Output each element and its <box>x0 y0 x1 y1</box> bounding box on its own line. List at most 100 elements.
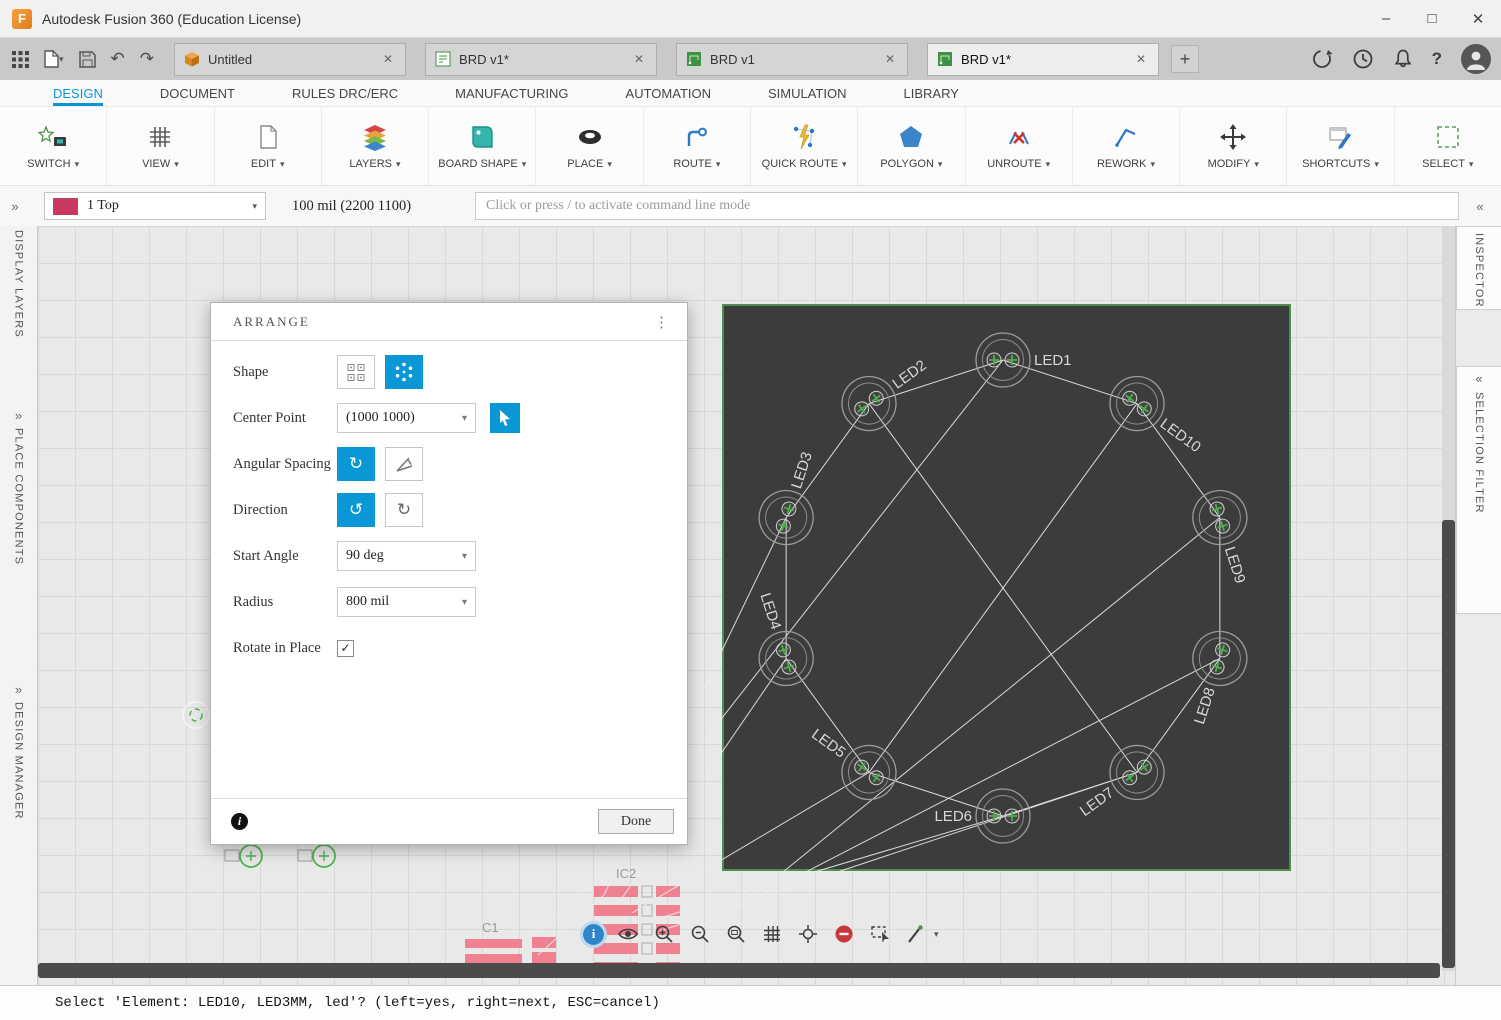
tab-close-icon[interactable]: ✕ <box>380 50 396 68</box>
expand-place-components-icon[interactable]: » <box>15 408 22 423</box>
undo-icon[interactable]: ↶ <box>111 49 125 69</box>
dialog-title: ARRANGE <box>233 314 310 330</box>
toolbar-layers[interactable]: LAYERS▾ <box>322 107 429 185</box>
toolbar-place[interactable]: PLACE▾ <box>536 107 643 185</box>
direction-cw-button[interactable]: ↻ <box>385 493 423 527</box>
collapse-selection-filter-icon[interactable]: « <box>1457 371 1501 386</box>
done-button[interactable]: Done <box>598 809 674 834</box>
visibility-eye-icon[interactable] <box>616 922 640 946</box>
canvas-view-toolbar: i <box>583 922 939 946</box>
schematic-doc-icon <box>435 51 451 67</box>
toolbar-shortcuts[interactable]: SHORTCUTS▾ <box>1287 107 1394 185</box>
info-mode-button[interactable]: i <box>583 924 604 945</box>
grid-settings-icon[interactable] <box>760 922 784 946</box>
pcb-board[interactable] <box>723 305 1290 870</box>
toolbar-label: PLACE <box>567 158 603 170</box>
panel-place-components[interactable]: PLACE COMPONENTS <box>13 428 25 565</box>
zoom-fit-icon[interactable] <box>724 922 748 946</box>
new-tab-button[interactable]: + <box>1171 45 1199 73</box>
caret-down-icon[interactable]: ▾ <box>934 929 939 940</box>
direction-ccw-button[interactable]: ↺ <box>337 493 375 527</box>
toolbar-unroute[interactable]: UNROUTE▾ <box>966 107 1073 185</box>
vertical-scrollbar-track[interactable] <box>1442 226 1455 971</box>
user-avatar[interactable] <box>1461 44 1491 74</box>
file-menu-icon[interactable]: ▾ <box>44 50 64 68</box>
notifications-bell-icon[interactable] <box>1393 48 1413 70</box>
tab-close-icon[interactable]: ✕ <box>1133 50 1149 68</box>
menu-simulation[interactable]: SIMULATION <box>768 80 847 106</box>
rotate-in-place-checkbox[interactable]: ✓ <box>337 640 354 657</box>
dialog-menu-dots-icon[interactable]: ⋮ <box>654 313 669 331</box>
window-minimize-button[interactable]: – <box>1363 0 1409 37</box>
tab-brd-v1-active[interactable]: BRD v1* ✕ <box>927 43 1159 76</box>
stop-mask-icon[interactable] <box>832 922 856 946</box>
start-angle-dropdown[interactable]: 90 deg ▾ <box>337 541 476 571</box>
dialog-info-icon[interactable]: i <box>231 813 248 830</box>
ic2-footprint[interactable]: IC2 <box>594 866 680 973</box>
horizontal-scrollbar[interactable] <box>38 963 1440 978</box>
radius-dropdown[interactable]: 800 mil ▾ <box>337 587 476 617</box>
led-label: LED6 <box>934 808 972 825</box>
tab-brd-v1-schematic[interactable]: BRD v1* ✕ <box>425 43 657 76</box>
window-close-button[interactable]: ✕ <box>1455 0 1501 37</box>
shape-grid-button[interactable] <box>337 355 375 389</box>
toolbar-rework[interactable]: REWORK▾ <box>1073 107 1180 185</box>
panel-design-manager[interactable]: DESIGN MANAGER <box>13 702 25 820</box>
c1-footprint[interactable]: C1 <box>465 920 556 963</box>
save-icon[interactable] <box>79 51 96 68</box>
tab-brd-v1[interactable]: BRD v1 ✕ <box>676 43 908 76</box>
menu-rules-drc-erc[interactable]: RULES DRC/ERC <box>292 80 398 106</box>
toolbar-modify[interactable]: MODIFY▾ <box>1180 107 1287 185</box>
caret-down-icon: ▾ <box>462 597 467 608</box>
inspector-panel[interactable]: INSPECTOR <box>1456 226 1501 310</box>
tab-close-icon[interactable]: ✕ <box>882 50 898 68</box>
angular-spacing-auto-button[interactable]: ↻ <box>337 447 375 481</box>
toolbar-quick-route[interactable]: QUICK ROUTE▾ <box>751 107 858 185</box>
pcb-canvas[interactable]: IC2 C1 <box>38 226 1455 985</box>
expand-display-layers-icon[interactable]: » <box>0 199 30 214</box>
window-maximize-button[interactable]: □ <box>1409 0 1455 37</box>
panel-selection-filter[interactable]: SELECTION FILTER <box>1473 392 1485 514</box>
menu-design[interactable]: DESIGN <box>53 80 103 106</box>
help-icon[interactable]: ? <box>1432 49 1442 69</box>
toolbar-select[interactable]: SELECT▾ <box>1395 107 1501 185</box>
collapse-inspector-icon[interactable]: « <box>1459 199 1501 214</box>
marquee-select-icon[interactable] <box>868 922 892 946</box>
pick-point-button[interactable] <box>490 403 520 433</box>
menu-manufacturing[interactable]: MANUFACTURING <box>455 80 568 106</box>
job-status-icon[interactable] <box>1311 48 1333 70</box>
layer-select[interactable]: 1 Top ▾ <box>44 192 266 220</box>
menu-library[interactable]: LIBRARY <box>904 80 959 106</box>
zoom-in-icon[interactable] <box>652 922 676 946</box>
toolbar-label: REWORK <box>1097 158 1147 170</box>
menu-automation[interactable]: AUTOMATION <box>626 80 711 106</box>
toolbar-switch[interactable]: SWITCH▾ <box>0 107 107 185</box>
ribbon-menubar: DESIGN DOCUMENT RULES DRC/ERC MANUFACTUR… <box>0 80 1501 107</box>
app-grid-icon[interactable] <box>12 51 29 68</box>
toolbar-label: EDIT <box>251 158 276 170</box>
toolbar-polygon[interactable]: POLYGON▾ <box>858 107 965 185</box>
modify-move-icon <box>1220 120 1246 154</box>
panel-display-layers[interactable]: DISPLAY LAYERS <box>13 230 25 338</box>
tab-close-icon[interactable]: ✕ <box>631 50 647 68</box>
toolbar-label: UNROUTE <box>987 158 1041 170</box>
expand-design-manager-icon[interactable]: » <box>15 682 22 697</box>
redo-icon[interactable]: ↷ <box>140 49 154 69</box>
selection-filter-panel[interactable]: « SELECTION FILTER <box>1456 366 1501 614</box>
toolbar-route[interactable]: ROUTE▾ <box>644 107 751 185</box>
toolbar-edit[interactable]: EDIT▾ <box>215 107 322 185</box>
zoom-out-icon[interactable] <box>688 922 712 946</box>
command-line-input[interactable] <box>475 192 1459 220</box>
angular-spacing-manual-button[interactable] <box>385 447 423 481</box>
toolbar-view[interactable]: VIEW▾ <box>107 107 214 185</box>
tab-untitled[interactable]: Untitled ✕ <box>174 43 406 76</box>
panel-inspector[interactable]: INSPECTOR <box>1473 233 1485 308</box>
toolbar-board-shape[interactable]: BOARD SHAPE▾ <box>429 107 536 185</box>
origin-crosshair-icon[interactable] <box>796 922 820 946</box>
shape-circular-button[interactable] <box>385 355 423 389</box>
history-clock-icon[interactable] <box>1352 48 1374 70</box>
vertical-scrollbar-thumb[interactable] <box>1442 520 1455 968</box>
center-point-dropdown[interactable]: (1000 1000) ▾ <box>337 403 476 433</box>
menu-document[interactable]: DOCUMENT <box>160 80 235 106</box>
probe-tool-icon[interactable] <box>904 922 928 946</box>
